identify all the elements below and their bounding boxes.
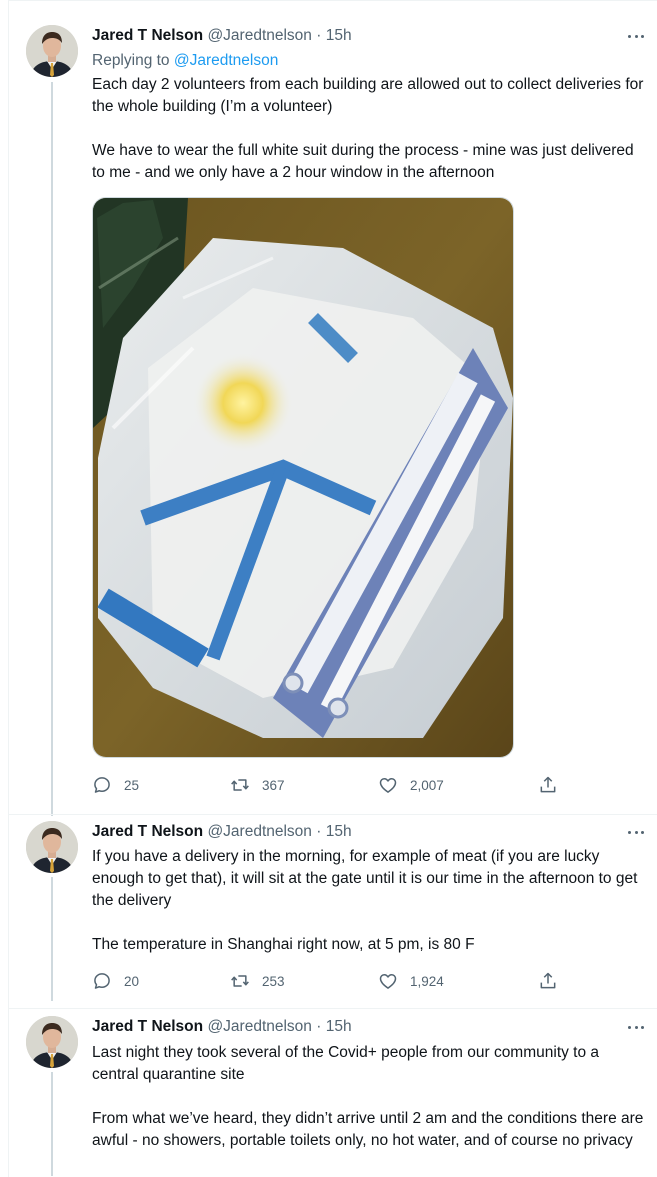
share-button[interactable] [538,969,558,993]
replying-to-label: Replying to [92,52,170,69]
retweet-icon [230,971,250,991]
tweet-text: Each day 2 volunteers from each building… [92,76,644,181]
heart-icon [378,775,398,795]
share-button[interactable] [538,773,558,797]
tweet-header: Jared T Nelson @Jaredtnelson · 15h [92,821,352,843]
thread-line [51,877,53,1001]
thread-line [51,82,53,816]
divider [8,814,657,815]
reply-button[interactable]: 25 [92,773,139,797]
share-icon [538,971,558,991]
author-name[interactable]: Jared T Nelson [92,27,203,44]
timestamp[interactable]: 15h [326,27,352,44]
like-count: 1,924 [410,973,444,989]
replying-to-link[interactable]: @Jaredtnelson [174,52,279,69]
author-name[interactable]: Jared T Nelson [92,823,203,840]
separator-dot: · [316,823,322,840]
like-count: 2,007 [410,777,444,793]
replying-to: Replying to @Jaredtnelson [92,50,278,72]
thread-line [51,1072,53,1176]
separator-dot: · [316,27,322,44]
reply-button[interactable]: 20 [92,969,139,993]
author-name[interactable]: Jared T Nelson [92,1018,203,1035]
author-handle[interactable]: @Jaredtnelson [207,27,312,44]
author-handle[interactable]: @Jaredtnelson [207,823,312,840]
more-dots-icon[interactable] [625,25,647,47]
like-button[interactable]: 1,924 [378,969,444,993]
timestamp[interactable]: 15h [326,823,352,840]
tweet-actions: 25 367 2,007 [92,773,562,797]
tweet-photo[interactable] [92,197,514,758]
retweet-icon [230,775,250,795]
retweet-button[interactable]: 253 [230,969,285,993]
heart-icon [378,971,398,991]
more-dots-icon[interactable] [625,821,647,843]
retweet-button[interactable]: 367 [230,773,285,797]
tweet-header: Jared T Nelson @Jaredtnelson · 15h [92,1016,352,1038]
tweet-text: If you have a delivery in the morning, f… [92,848,638,953]
avatar[interactable] [26,821,78,873]
tweet-header: Jared T Nelson @Jaredtnelson · 15h [92,25,352,47]
tweet-text: Last night they took several of the Covi… [92,1044,644,1149]
divider [8,1008,657,1009]
reply-count: 20 [124,973,140,989]
speech-bubble-icon [92,775,112,795]
speech-bubble-icon [92,971,112,991]
more-dots-icon[interactable] [625,1016,647,1038]
author-handle[interactable]: @Jaredtnelson [207,1018,312,1035]
avatar[interactable] [26,1016,78,1068]
separator-dot: · [316,1018,322,1035]
like-button[interactable]: 2,007 [378,773,444,797]
retweet-count: 253 [262,973,285,989]
timestamp[interactable]: 15h [326,1018,352,1035]
share-icon [538,775,558,795]
tweet-actions: 20 253 1,924 [92,969,562,993]
reply-count: 25 [124,777,140,793]
retweet-count: 367 [262,777,285,793]
avatar[interactable] [26,25,78,77]
